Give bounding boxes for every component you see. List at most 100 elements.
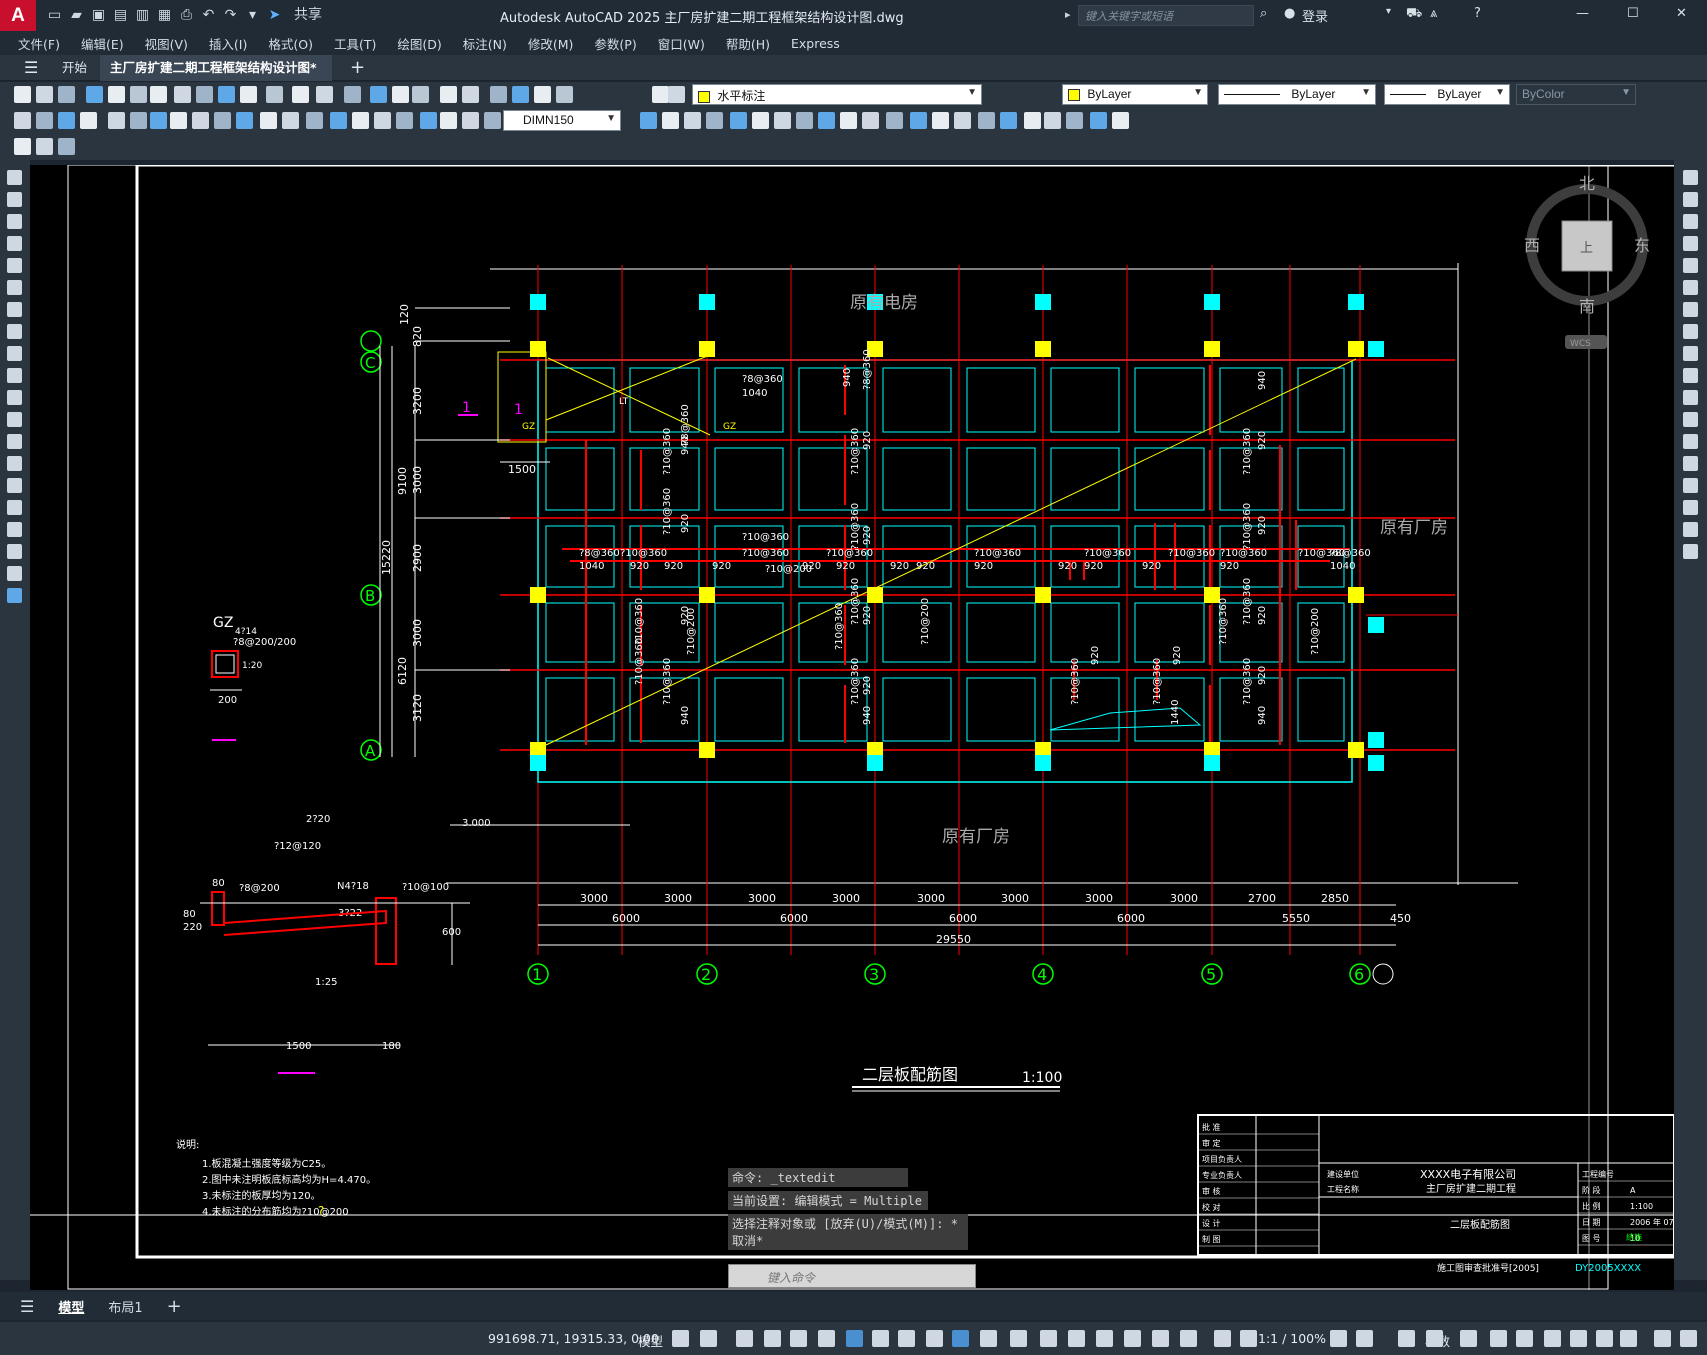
redo-tool-icon[interactable] xyxy=(886,112,903,129)
lineweight-dropdown[interactable]: ByLayer ▼ xyxy=(1384,84,1510,105)
save-tool-icon[interactable] xyxy=(58,112,75,129)
tool-palette-tool-icon[interactable] xyxy=(396,112,413,129)
tab-layout1[interactable]: 布局1 xyxy=(96,1293,154,1320)
zoom-tool-icon[interactable] xyxy=(932,112,949,129)
polar-icon[interactable] xyxy=(1654,1330,1671,1347)
copy-icon[interactable] xyxy=(1683,192,1698,207)
dynamic-ucs-icon[interactable] xyxy=(1596,1330,1613,1347)
properties-tool-icon[interactable] xyxy=(352,112,369,129)
infer-icon[interactable] xyxy=(736,1330,753,1347)
grid-icon[interactable] xyxy=(1516,1330,1533,1347)
ortho-icon[interactable] xyxy=(1620,1330,1637,1347)
rectangle-icon[interactable] xyxy=(7,258,22,273)
properties-tool-icon[interactable] xyxy=(978,112,995,129)
plot-tool-icon[interactable] xyxy=(668,86,685,103)
open-tool-icon[interactable] xyxy=(556,86,573,103)
menu-item-0[interactable]: 文件(F) xyxy=(18,34,60,53)
isodraft-icon[interactable] xyxy=(846,1330,863,1347)
selection-cycling-icon[interactable] xyxy=(980,1330,997,1347)
preview-tool-icon[interactable] xyxy=(730,112,747,129)
cut-tool-icon[interactable] xyxy=(774,112,791,129)
lock-ui-icon[interactable] xyxy=(1356,1330,1373,1347)
save-web-icon[interactable]: ▦ xyxy=(156,7,173,24)
isodraft-icon[interactable] xyxy=(1680,1330,1697,1347)
undo-tool-icon[interactable] xyxy=(862,112,879,129)
pan-tool-icon[interactable] xyxy=(292,86,309,103)
menu-item-11[interactable]: 帮助(H) xyxy=(726,34,770,53)
publish-tool-icon[interactable] xyxy=(130,112,147,129)
match-tool-icon[interactable] xyxy=(218,86,235,103)
viewcube-south[interactable]: 南 xyxy=(1579,297,1595,316)
share-icon[interactable]: ➤ xyxy=(266,7,283,24)
circle-icon[interactable] xyxy=(7,302,22,317)
ortho-icon[interactable] xyxy=(790,1330,807,1347)
publish-tool-icon[interactable] xyxy=(752,112,769,129)
save-tool-icon[interactable] xyxy=(58,86,75,103)
menu-item-5[interactable]: 工具(T) xyxy=(334,34,376,53)
new-icon[interactable]: ▭ xyxy=(46,7,63,24)
menu-item-4[interactable]: 格式(O) xyxy=(268,34,313,53)
gradient-icon[interactable] xyxy=(7,500,22,515)
open-web-icon[interactable]: ▥ xyxy=(134,7,151,24)
menu-item-9[interactable]: 参数(P) xyxy=(594,34,636,53)
help-tool-icon[interactable] xyxy=(484,112,501,129)
preview-tool-icon[interactable] xyxy=(108,86,125,103)
ellipse-arc-icon[interactable] xyxy=(7,390,22,405)
fillet-icon[interactable] xyxy=(1683,500,1698,515)
chamfer-icon[interactable] xyxy=(1683,478,1698,493)
selection-filter-icon[interactable] xyxy=(1068,1330,1085,1347)
menu-item-8[interactable]: 修改(M) xyxy=(528,34,574,53)
table-icon[interactable] xyxy=(7,544,22,559)
zoom-tool-icon[interactable] xyxy=(316,86,333,103)
menu-item-10[interactable]: 窗口(W) xyxy=(658,34,705,53)
plot-tool-icon[interactable] xyxy=(80,112,97,129)
model-space-button[interactable]: 模型 xyxy=(638,1331,663,1350)
erase-icon[interactable] xyxy=(1683,170,1698,185)
annotation-visibility-icon[interactable] xyxy=(1124,1330,1141,1347)
new-tool-icon[interactable] xyxy=(534,86,551,103)
tab-model[interactable]: 模型 xyxy=(46,1293,96,1320)
plot-tool-icon[interactable] xyxy=(706,112,723,129)
search-input[interactable]: 键入关键字或短语 xyxy=(1078,5,1254,26)
close-button[interactable]: ✕ xyxy=(1676,6,1687,21)
dynamic-ucs-icon[interactable] xyxy=(764,1330,781,1347)
match-tool-icon[interactable] xyxy=(214,112,231,129)
help-tool-icon[interactable] xyxy=(1112,112,1129,129)
save-tool-icon[interactable] xyxy=(58,138,75,155)
transparency-icon[interactable] xyxy=(952,1330,969,1347)
trim-icon[interactable] xyxy=(1683,368,1698,383)
dimstyle-dropdown[interactable]: DIMN150 ▼ xyxy=(503,110,621,131)
viewcube[interactable]: 上 北 南 东 西 WCS xyxy=(1524,174,1650,349)
viewcube-east[interactable]: 东 xyxy=(1634,236,1650,255)
new-tool-icon[interactable] xyxy=(14,138,31,155)
stretch-icon[interactable] xyxy=(1683,346,1698,361)
cut-tool-icon[interactable] xyxy=(150,86,167,103)
polygon-icon[interactable] xyxy=(7,236,22,251)
spline-icon[interactable] xyxy=(7,346,22,361)
design-center-tool-icon[interactable] xyxy=(1000,112,1017,129)
add-selected-icon[interactable] xyxy=(7,588,22,603)
design-center-tool-icon[interactable] xyxy=(392,86,409,103)
layer-dropdown[interactable]: 水平标注 ▼ xyxy=(692,84,982,105)
undo-tool-icon[interactable] xyxy=(236,112,253,129)
clean-screen-icon[interactable] xyxy=(1460,1330,1477,1347)
preview-tool-icon[interactable] xyxy=(108,112,125,129)
line-icon[interactable] xyxy=(7,170,22,185)
chevron-right-icon[interactable]: ▸ xyxy=(1065,8,1071,21)
make-block-icon[interactable] xyxy=(7,434,22,449)
menu-item-3[interactable]: 插入(I) xyxy=(209,34,247,53)
markup-tool-icon[interactable] xyxy=(1066,112,1083,129)
move-icon[interactable] xyxy=(1683,280,1698,295)
sheet-set-tool-icon[interactable] xyxy=(420,112,437,129)
undo-icon[interactable]: ↶ xyxy=(200,7,217,24)
annotation-scale-button[interactable]: 1:1 / 100% xyxy=(1258,1331,1326,1346)
redo-tool-icon[interactable] xyxy=(266,86,283,103)
pan-tool-icon[interactable] xyxy=(282,112,299,129)
user-icon[interactable]: ● xyxy=(1284,6,1295,21)
arc-icon[interactable] xyxy=(7,280,22,295)
color-dropdown[interactable]: ByLayer ▼ xyxy=(1062,84,1208,105)
snap-icon[interactable] xyxy=(1544,1330,1561,1347)
help-tool-icon[interactable] xyxy=(512,86,529,103)
new-tool-icon[interactable] xyxy=(14,86,31,103)
point-icon[interactable] xyxy=(7,456,22,471)
